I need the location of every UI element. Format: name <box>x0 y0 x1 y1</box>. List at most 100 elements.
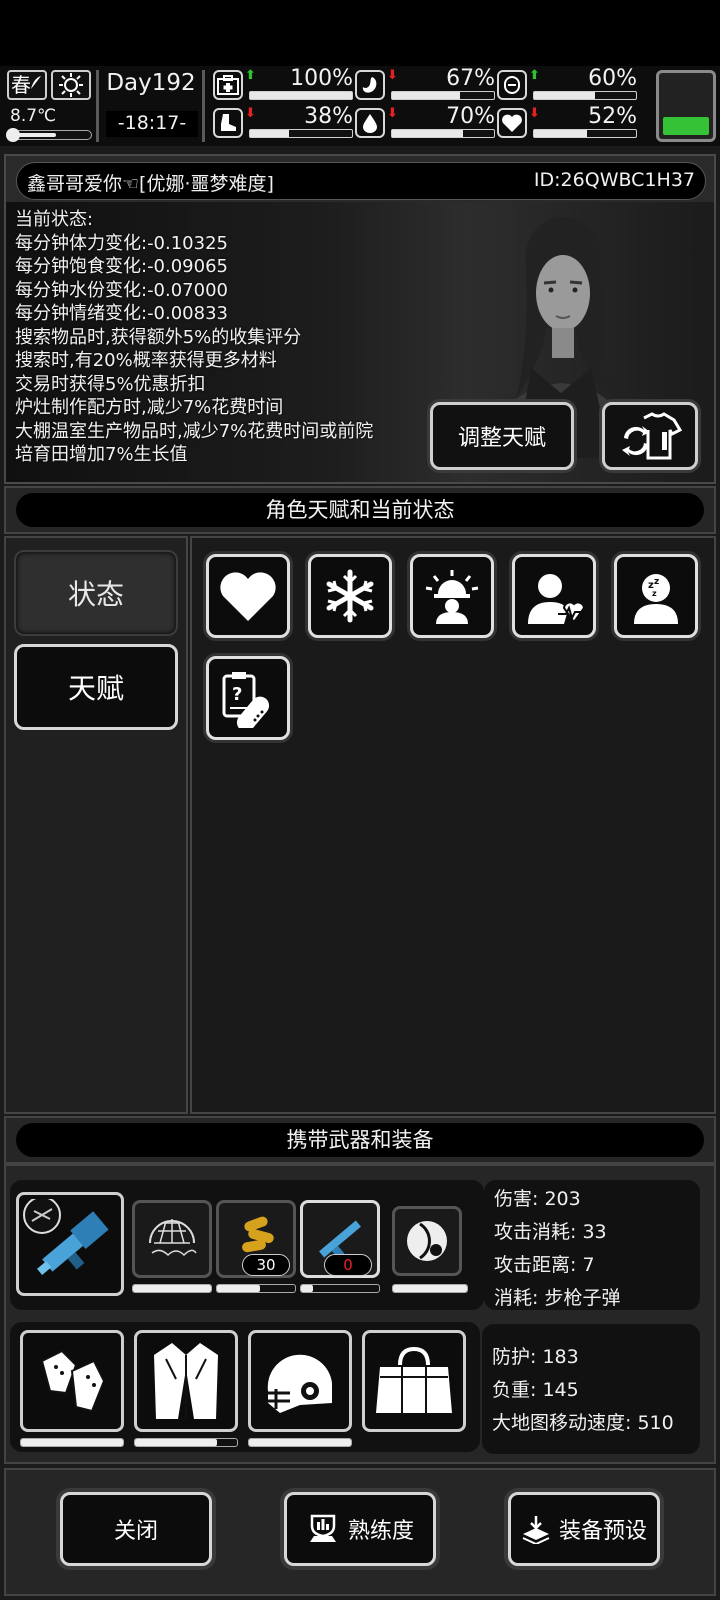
bladder-icon <box>497 70 527 100</box>
status-alarm[interactable] <box>410 554 494 638</box>
svg-text:?: ? <box>232 684 242 705</box>
alarm-person-icon <box>425 570 479 624</box>
bottom-bar: 关闭 熟练度 装备预设 <box>4 1468 716 1596</box>
thermometer-fill <box>15 133 56 137</box>
damage-stat: 伤害: 203 <box>494 1188 581 1210</box>
trend-arrow: ⬇ <box>387 106 398 121</box>
section-title: 携带武器和装备 <box>16 1123 704 1157</box>
heart-icon <box>220 572 276 621</box>
status-cold[interactable] <box>308 554 392 638</box>
bag-icon <box>376 1346 452 1413</box>
durability-bar <box>216 1284 296 1293</box>
person-sleep-icon: z z z <box>634 574 678 624</box>
durability-fill <box>301 1285 313 1292</box>
status-line: 大棚温室生产物品时,减少7%花费时间或前院 <box>15 420 374 442</box>
equipment-slots <box>10 1322 480 1452</box>
weapon-stats: 伤害: 203 攻击消耗: 33 攻击距离: 7 消耗: 步枪子弹 <box>484 1180 700 1310</box>
stat-bar-fill <box>392 92 461 99</box>
gloves-slot[interactable] <box>20 1330 124 1432</box>
ammo-count: 30 <box>242 1254 290 1276</box>
svg-text:z: z <box>654 577 659 587</box>
stomach-icon <box>355 70 385 100</box>
equipment-preset-button[interactable]: 装备预设 <box>508 1492 660 1566</box>
status-line: 培育田增加7%生长值 <box>15 444 188 465</box>
battery-fill <box>663 117 709 135</box>
season-indicator: 春 <box>7 70 47 100</box>
tab-talent[interactable]: 天赋 <box>14 644 178 730</box>
status-line: 每分钟情绪变化:-0.00833 <box>15 303 228 324</box>
person-heartbeat-icon <box>528 574 584 624</box>
medicine-icon: ? <box>222 672 270 728</box>
stat-value: 38% <box>304 104 353 129</box>
durability-bar <box>20 1438 124 1447</box>
status-line: 交易时获得5%优惠折扣 <box>15 373 206 395</box>
status-health[interactable] <box>512 554 596 638</box>
status-line: 每分钟水份变化:-0.07000 <box>15 279 228 301</box>
adjust-talent-button[interactable]: 调整天赋 <box>430 402 574 470</box>
divider <box>96 70 99 142</box>
status-medicine[interactable]: ? <box>206 656 290 740</box>
character-name: 鑫哥哥爱你☜[优娜·噩梦难度] <box>27 173 274 195</box>
equipment-stats: 防护: 183 负重: 145 大地图移动速度: 510 <box>482 1324 700 1454</box>
talent-status-header: 角色天赋和当前状态 <box>4 486 716 534</box>
change-outfit-button[interactable] <box>602 402 698 470</box>
shield-slot[interactable] <box>392 1206 462 1276</box>
stat-mood: ⬇ 52% <box>497 104 637 140</box>
proficiency-button[interactable]: 熟练度 <box>284 1492 436 1566</box>
close-button[interactable]: 关闭 <box>60 1492 212 1566</box>
stat-bar-fill <box>250 130 289 137</box>
status-text-block: 当前状态: 每分钟体力变化:-0.10325 每分钟饱食变化:-0.09065 … <box>15 208 373 467</box>
durability-bar <box>134 1438 238 1447</box>
net-slot[interactable] <box>132 1200 212 1278</box>
temperature: 8.7℃ <box>10 106 57 126</box>
shield-icon <box>407 1221 447 1261</box>
stat-bar <box>249 129 353 138</box>
trophy-icon <box>309 1514 336 1542</box>
helmet-slot[interactable] <box>248 1330 352 1432</box>
durability-fill <box>249 1439 351 1446</box>
tab-status[interactable]: 状态 <box>14 550 178 636</box>
main-weapon-slot[interactable] <box>16 1192 124 1296</box>
coat-slot[interactable] <box>134 1330 238 1432</box>
equipment-area: 30 0 伤害: 203 攻击消耗: 33 攻击距离: 7 消耗: 步枪子弹 防… <box>4 1164 716 1464</box>
hud: 春 8.7℃ Day192 -18:17- ⬆ 100% ⬇ 67% ⬆ 60%… <box>0 66 720 146</box>
status-line: 搜索时,有20%概率获得更多材料 <box>15 350 277 371</box>
durability-bar <box>300 1284 380 1293</box>
status-icons-area: z z z ? <box>190 536 716 1114</box>
sun-icon <box>59 73 83 97</box>
status-title: 当前状态: <box>15 209 94 230</box>
defense-stat: 防护: 183 <box>492 1346 579 1368</box>
trend-arrow: ⬇ <box>529 106 540 121</box>
attack-range-stat: 攻击距离: 7 <box>494 1254 595 1276</box>
net-icon <box>149 1219 197 1257</box>
day-counter: Day192 <box>106 70 196 96</box>
snowflake-icon <box>326 569 374 623</box>
stat-hunger: ⬇ 67% <box>355 66 495 102</box>
status-sleep[interactable]: z z z <box>614 554 698 638</box>
trend-arrow: ⬇ <box>387 68 398 83</box>
stat-value: 100% <box>290 66 353 91</box>
medkit-icon <box>213 70 243 100</box>
close-label: 关闭 <box>113 1519 158 1544</box>
durability-fill <box>21 1439 123 1446</box>
attack-cost-stat: 攻击消耗: 33 <box>494 1221 607 1243</box>
trend-arrow: ⬆ <box>529 68 540 83</box>
durability-fill <box>133 1285 211 1292</box>
bag-slot[interactable] <box>362 1330 466 1432</box>
water-drop-icon <box>355 108 385 138</box>
battery-indicator <box>656 70 716 142</box>
stat-bladder: ⬆ 60% <box>497 66 637 102</box>
stat-bar-fill <box>250 92 352 99</box>
gloves-icon <box>40 1349 106 1413</box>
weather-indicator <box>51 70 91 100</box>
stat-bar <box>249 91 353 100</box>
status-bar-area <box>0 0 720 66</box>
status-heart[interactable] <box>206 554 290 638</box>
stat-value: 60% <box>588 66 637 91</box>
coat-icon <box>154 1343 218 1419</box>
name-bar: 鑫哥哥爱你☜[优娜·噩梦难度] ID:26QWBC1H37 <box>16 162 706 200</box>
helmet-icon <box>267 1354 332 1413</box>
durability-bar <box>248 1438 352 1447</box>
durability-bar <box>132 1284 212 1293</box>
season-label: 春 <box>11 73 31 97</box>
